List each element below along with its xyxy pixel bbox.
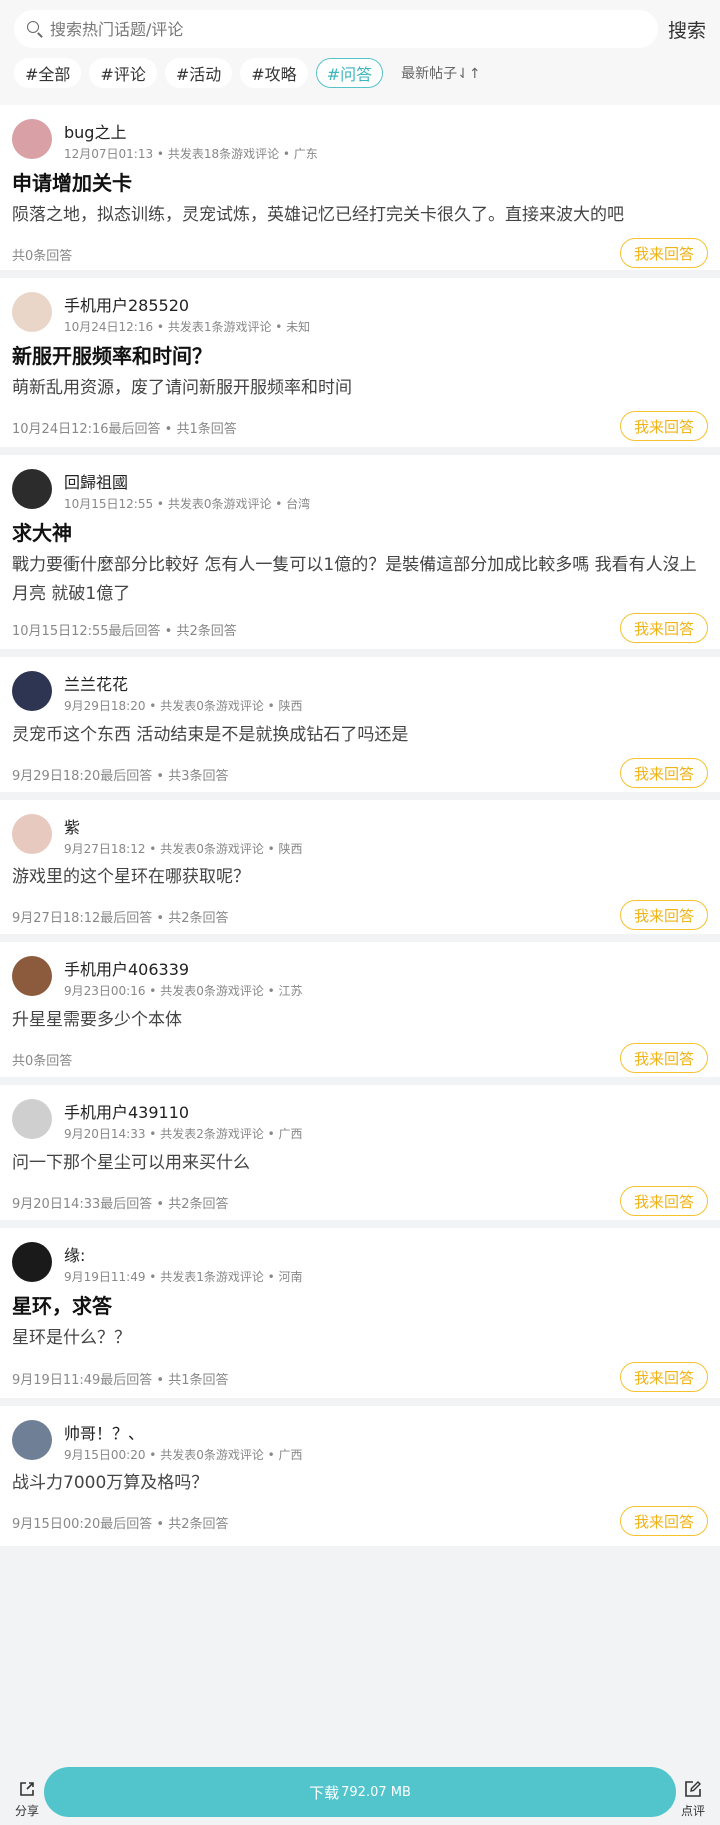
search-button[interactable]: 搜索 [668, 16, 706, 43]
rate-label: 点评 [680, 1804, 705, 1818]
search-input[interactable] [50, 19, 630, 39]
author-name[interactable]: 缘: [64, 1242, 85, 1266]
avatar[interactable] [12, 814, 52, 854]
post-meta: 10月15日12:55 • 共发表0条游戏评论 • 台湾 [64, 497, 311, 511]
avatar[interactable] [12, 292, 52, 332]
header: 搜索 #全部 #评论 #活动 #攻略 #问答 最新帖子⇃↑ [0, 0, 720, 105]
post-title: 求大神 [12, 521, 72, 545]
sort-toggle[interactable]: 最新帖子⇃↑ [401, 63, 480, 83]
search-icon [26, 20, 44, 38]
answer-stats: 共0条回答 [12, 249, 73, 264]
answer-stats: 9月19日11:49最后回答 • 共1条回答 [12, 1373, 229, 1388]
answer-button[interactable]: 我来回答 [620, 411, 708, 441]
author-name[interactable]: 紫 [64, 814, 80, 838]
post-card[interactable]: 缘: 9月19日11:49 • 共发表1条游戏评论 • 河南 星环，求答 星环是… [0, 1228, 720, 1398]
tag-bar: #全部 #评论 #活动 #攻略 #问答 最新帖子⇃↑ [14, 58, 481, 88]
post-content: 游戏里的这个星环在哪获取呢？ [12, 867, 250, 887]
bottom-bar: 分享 下载 792.07 MB 点评 [0, 1765, 720, 1825]
answer-stats: 10月24日12:16最后回答 • 共1条回答 [12, 422, 237, 437]
answer-stats: 10月15日12:55最后回答 • 共2条回答 [12, 624, 237, 639]
author-name[interactable]: 手机用户439110 [64, 1099, 189, 1123]
post-meta: 10月24日12:16 • 共发表1条游戏评论 • 未知 [64, 320, 311, 334]
author-name[interactable]: bug之上 [64, 119, 126, 143]
post-content: 升星星需要多少个本体 [12, 1010, 182, 1030]
answer-stats: 9月29日18:20最后回答 • 共3条回答 [12, 769, 229, 784]
edit-icon [685, 1781, 701, 1797]
post-card[interactable]: 手机用户285520 10月24日12:16 • 共发表1条游戏评论 • 未知 … [0, 278, 720, 447]
answer-button[interactable]: 我来回答 [620, 1506, 708, 1536]
search-box[interactable] [14, 10, 658, 48]
post-meta: 9月20日14:33 • 共发表2条游戏评论 • 广西 [64, 1127, 303, 1141]
post-meta: 9月19日11:49 • 共发表1条游戏评论 • 河南 [64, 1270, 303, 1284]
avatar[interactable] [12, 671, 52, 711]
answer-button[interactable]: 我来回答 [620, 1186, 708, 1216]
tag-qa[interactable]: #问答 [315, 58, 384, 88]
author-name[interactable]: 手机用户285520 [64, 292, 189, 316]
tag-guide[interactable]: #攻略 [240, 58, 308, 88]
avatar[interactable] [12, 1420, 52, 1460]
answer-stats: 共0条回答 [12, 1054, 73, 1069]
tag-all[interactable]: #全部 [14, 58, 82, 88]
answer-button[interactable]: 我来回答 [620, 613, 708, 643]
rate-button[interactable]: 点评 [676, 1779, 710, 1819]
post-meta: 9月15日00:20 • 共发表0条游戏评论 • 广西 [64, 1448, 303, 1462]
download-size: 792.07 MB [341, 1784, 411, 1800]
share-icon [20, 1782, 34, 1796]
answer-stats: 9月15日00:20最后回答 • 共2条回答 [12, 1517, 229, 1532]
post-card[interactable]: bug之上 12月07日01:13 • 共发表18条游戏评论 • 广东 申请增加… [0, 105, 720, 270]
answer-button[interactable]: 我来回答 [620, 238, 708, 268]
avatar[interactable] [12, 956, 52, 996]
share-button[interactable]: 分享 [10, 1779, 44, 1819]
post-content: 问一下那个星尘可以用来买什么 [12, 1153, 250, 1173]
author-name[interactable]: 手机用户406339 [64, 956, 189, 980]
author-name[interactable]: 回歸祖國 [64, 469, 128, 493]
answer-button[interactable]: 我来回答 [620, 758, 708, 788]
post-content: 陨落之地，拟态训练，灵宠试炼，英雄记忆已经打完关卡很久了。直接来波大的吧 [12, 205, 624, 225]
avatar[interactable] [12, 469, 52, 509]
author-name[interactable]: 帅哥！？、 [64, 1420, 144, 1444]
share-label: 分享 [14, 1804, 39, 1818]
answer-button[interactable]: 我来回答 [620, 900, 708, 930]
post-content: 战斗力7000万算及格吗？ [12, 1473, 209, 1493]
post-card[interactable]: 兰兰花花 9月29日18:20 • 共发表0条游戏评论 • 陕西 灵宠币这个东西… [0, 657, 720, 792]
post-card[interactable]: 回歸祖國 10月15日12:55 • 共发表0条游戏评论 • 台湾 求大神 戰力… [0, 455, 720, 649]
post-title: 新服开服频率和时间？ [12, 344, 212, 368]
post-content: 戰力要衝什麼部分比較好 怎有人一隻可以1億的？是裝備這部分加成比較多嗎 我看有人… [12, 555, 697, 604]
author-name[interactable]: 兰兰花花 [64, 671, 128, 695]
post-card[interactable]: 手机用户439110 9月20日14:33 • 共发表2条游戏评论 • 广西 问… [0, 1085, 720, 1220]
post-meta: 9月27日18:12 • 共发表0条游戏评论 • 陕西 [64, 842, 303, 856]
post-list: bug之上 12月07日01:13 • 共发表18条游戏评论 • 广东 申请增加… [0, 105, 720, 1554]
post-card[interactable]: 帅哥！？、 9月15日00:20 • 共发表0条游戏评论 • 广西 战斗力700… [0, 1406, 720, 1546]
post-content: 萌新乱用资源，废了请问新服开服频率和时间 [12, 378, 352, 398]
post-card[interactable]: 紫 9月27日18:12 • 共发表0条游戏评论 • 陕西 游戏里的这个星环在哪… [0, 800, 720, 934]
post-content: 灵宠币这个东西 活动结束是不是就换成钻石了吗还是 [12, 725, 409, 745]
post-meta: 9月23日00:16 • 共发表0条游戏评论 • 江苏 [64, 984, 303, 998]
post-content: 星环是什么？？ [12, 1328, 131, 1348]
answer-stats: 9月27日18:12最后回答 • 共2条回答 [12, 911, 229, 926]
download-label: 下载 [309, 1783, 340, 1802]
answer-button[interactable]: 我来回答 [620, 1362, 708, 1392]
post-title: 申请增加关卡 [12, 171, 132, 195]
post-meta: 9月29日18:20 • 共发表0条游戏评论 • 陕西 [64, 699, 303, 713]
tag-event[interactable]: #活动 [164, 58, 233, 88]
post-meta: 12月07日01:13 • 共发表18条游戏评论 • 广东 [64, 147, 318, 161]
answer-button[interactable]: 我来回答 [620, 1043, 708, 1073]
avatar[interactable] [12, 1099, 52, 1139]
post-card[interactable]: 手机用户406339 9月23日00:16 • 共发表0条游戏评论 • 江苏 升… [0, 942, 720, 1077]
tag-review[interactable]: #评论 [89, 58, 157, 88]
post-title: 星环，求答 [12, 1294, 112, 1318]
download-button[interactable]: 下载 792.07 MB [44, 1767, 676, 1817]
avatar[interactable] [12, 1242, 52, 1282]
avatar[interactable] [12, 119, 52, 159]
answer-stats: 9月20日14:33最后回答 • 共2条回答 [12, 1197, 229, 1212]
